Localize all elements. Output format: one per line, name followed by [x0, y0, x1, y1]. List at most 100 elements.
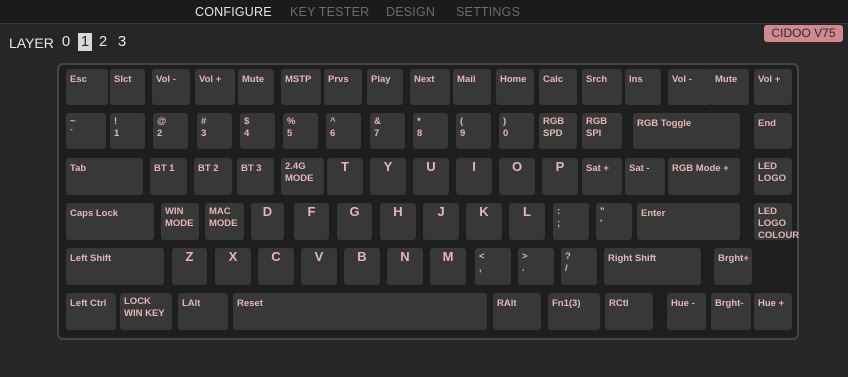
key-l[interactable]: L	[509, 203, 545, 240]
key-8[interactable]: * 8	[413, 113, 448, 149]
key-t[interactable]: T	[327, 158, 363, 195]
key-4[interactable]: $4	[240, 113, 275, 149]
key-mstp[interactable]: MSTP	[281, 69, 321, 105]
key-next[interactable]: Next	[410, 69, 450, 105]
layer-1-button[interactable]: 1	[78, 33, 92, 51]
key-label: Brght-	[715, 298, 744, 309]
key-d[interactable]: D	[251, 203, 284, 240]
key-lalt[interactable]: LAlt	[178, 293, 228, 330]
key-i[interactable]: I	[456, 158, 492, 195]
key-n[interactable]: N	[387, 248, 423, 285]
key-hue[interactable]: Hue -	[667, 293, 706, 330]
key-sat[interactable]: Sat +	[582, 158, 622, 195]
key-ins[interactable]: Ins	[625, 69, 661, 105]
key-h[interactable]: H	[380, 203, 416, 240]
key-o[interactable]: O	[499, 158, 535, 195]
key-caps-lock[interactable]: Caps Lock	[66, 203, 154, 240]
key-hue[interactable]: Hue +	[754, 293, 792, 330]
key-p[interactable]: P	[542, 158, 578, 195]
key-g[interactable]: G	[337, 203, 372, 240]
key-y[interactable]: Y	[370, 158, 406, 195]
tab-key-tester[interactable]: KEY TESTER	[290, 5, 369, 19]
key-6[interactable]: ^ 6	[326, 113, 361, 149]
tab-settings[interactable]: SETTINGS	[456, 5, 520, 19]
key-rgb-spi[interactable]: RGB SPI	[582, 113, 622, 149]
key-right-shift[interactable]: Right Shift	[604, 248, 701, 285]
key-play[interactable]: Play	[367, 69, 403, 105]
key-rgb-toggle[interactable]: RGB Toggle	[633, 113, 740, 149]
key-0[interactable]: ) 0	[499, 113, 534, 149]
key-z[interactable]: Z	[172, 248, 207, 285]
key-f[interactable]: F	[294, 203, 329, 240]
key-2-4g-mode[interactable]: 2.4G MODE	[281, 158, 324, 195]
key-label: End	[758, 118, 776, 129]
key-calc[interactable]: Calc	[539, 69, 577, 105]
key-lock-win-key[interactable]: LOCK WIN KEY	[120, 293, 172, 330]
key-j[interactable]: J	[423, 203, 459, 240]
key-mute[interactable]: Mute	[238, 69, 274, 105]
key-c[interactable]: C	[258, 248, 294, 285]
key-9[interactable]: (9	[456, 113, 491, 149]
key-bt-2[interactable]: BT 2	[194, 158, 232, 195]
key-x[interactable]: X	[215, 248, 251, 285]
key-5[interactable]: % 5	[283, 113, 318, 149]
key-reset[interactable]: Reset	[233, 293, 487, 330]
key-mail[interactable]: Mail	[453, 69, 491, 105]
key-sym[interactable]: :;	[553, 203, 589, 240]
key-bt-3[interactable]: BT 3	[237, 158, 274, 195]
key-label: Home	[500, 74, 527, 85]
key-label: 2	[157, 128, 163, 139]
layer-0-button[interactable]: 0	[59, 33, 73, 51]
layer-2-button[interactable]: 2	[96, 33, 110, 51]
key-enter[interactable]: Enter	[637, 203, 740, 240]
key-srch[interactable]: Srch	[582, 69, 622, 105]
key-v[interactable]: V	[301, 248, 337, 285]
key-2[interactable]: @2	[153, 113, 188, 149]
key-vol[interactable]: Vol +	[754, 69, 792, 105]
key-m[interactable]: M	[430, 248, 466, 285]
key-mute[interactable]: Mute	[711, 69, 749, 105]
key-label: 8	[417, 128, 423, 139]
key-3[interactable]: #3	[197, 113, 232, 149]
key-ralt[interactable]: RAlt	[493, 293, 541, 330]
key-vol[interactable]: Vol -	[668, 69, 712, 105]
key-tab[interactable]: Tab	[66, 158, 143, 195]
key-led-logo-colour[interactable]: LED LOGO COLOUR	[754, 203, 799, 241]
key-label: 1	[114, 128, 120, 139]
key-u[interactable]: U	[413, 158, 449, 195]
layer-3-button[interactable]: 3	[115, 33, 129, 51]
key-sym[interactable]: <,	[475, 248, 511, 285]
key-label: N	[400, 249, 410, 264]
key-vol[interactable]: Vol +	[195, 69, 235, 105]
key-left-ctrl[interactable]: Left Ctrl	[66, 293, 116, 330]
key-win-mode[interactable]: WIN MODE	[161, 203, 199, 240]
key-prvs[interactable]: Prvs	[324, 69, 362, 105]
key-sym[interactable]: ? /	[561, 248, 597, 285]
key-brght[interactable]: Brght-	[711, 293, 751, 330]
key-esc[interactable]: Esc	[66, 69, 108, 105]
key-led-logo[interactable]: LED LOGO	[754, 158, 792, 195]
key-left-shift[interactable]: Left Shift	[66, 248, 164, 285]
key-sym[interactable]: >.	[518, 248, 554, 285]
key-home[interactable]: Home	[496, 69, 534, 105]
key-vol[interactable]: Vol -	[152, 69, 190, 105]
key-rgb-spd[interactable]: RGB SPD	[539, 113, 577, 149]
key-bt-1[interactable]: BT 1	[150, 158, 187, 195]
key-rctl[interactable]: RCtl	[605, 293, 653, 330]
key-fn1-3[interactable]: Fn1(3)	[548, 293, 600, 330]
key-slct[interactable]: Slct	[110, 69, 145, 105]
key-mac-mode[interactable]: MAC MODE	[205, 203, 244, 240]
tab-design[interactable]: DESIGN	[386, 5, 435, 19]
tab-configure[interactable]: CONFIGURE	[195, 5, 272, 19]
key-sym[interactable]: " '	[596, 203, 632, 240]
key-end[interactable]: End	[754, 113, 792, 149]
key-sat[interactable]: Sat -	[625, 158, 665, 195]
key-brght[interactable]: Brght+	[714, 248, 752, 285]
key-k[interactable]: K	[466, 203, 502, 240]
key-b[interactable]: B	[344, 248, 380, 285]
key-rgb-mode[interactable]: RGB Mode +	[668, 158, 740, 195]
key-sym[interactable]: ~ `	[66, 113, 106, 149]
key-label: D	[262, 204, 273, 219]
key-1[interactable]: ! 1	[110, 113, 145, 149]
key-7[interactable]: & 7	[370, 113, 405, 149]
